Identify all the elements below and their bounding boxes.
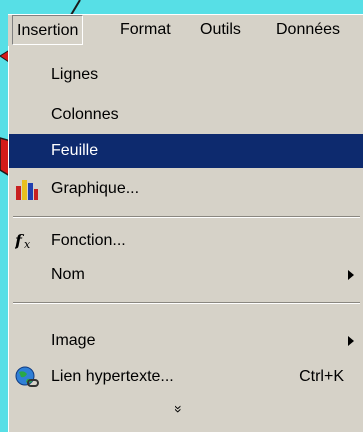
menu-format[interactable]: Format [120, 15, 171, 45]
menu-item-label: Lien hypertexte... [51, 368, 174, 385]
menu-item-feuille[interactable]: Feuille [9, 134, 363, 168]
menu-insertion[interactable]: Insertion [12, 15, 84, 45]
menu-item-image[interactable]: Image [9, 324, 363, 358]
menu-bar: Insertion Format Outils Données [8, 14, 363, 47]
menu-item-colonnes[interactable]: Colonnes [9, 98, 363, 132]
menu-donnees[interactable]: Données [276, 15, 340, 45]
menu-item-label: Feuille [51, 142, 99, 159]
menu-item-graphique[interactable]: Graphique... [9, 172, 363, 206]
submenu-arrow-icon [348, 336, 354, 346]
menu-item-label: Graphique... [51, 180, 140, 197]
menu-separator [13, 216, 360, 218]
expand-chevron-icon[interactable]: » [168, 389, 190, 429]
menu-outils[interactable]: Outils [200, 15, 241, 45]
menu-separator [13, 302, 360, 304]
menu-item-label: Image [51, 332, 96, 349]
hyperlink-globe-icon [15, 366, 39, 388]
svg-text:x: x [24, 238, 31, 251]
menu-item-lignes[interactable]: Lignes [9, 58, 363, 92]
menu-item-nom[interactable]: Nom [9, 258, 363, 292]
menu-item-fonction[interactable]: f x Fonction... [9, 224, 363, 258]
menu-item-label: Fonction... [51, 232, 126, 249]
chart-icon [15, 178, 39, 200]
insertion-dropdown: Lignes Colonnes Feuille Graphique... f x… [8, 46, 363, 432]
shortcut-label: Ctrl+K [299, 368, 344, 385]
function-icon: f x [14, 230, 39, 252]
menu-item-label: Nom [51, 266, 85, 283]
submenu-arrow-icon [348, 270, 354, 280]
menu-item-label: Colonnes [51, 106, 119, 123]
menu-item-label: Lignes [51, 66, 99, 83]
